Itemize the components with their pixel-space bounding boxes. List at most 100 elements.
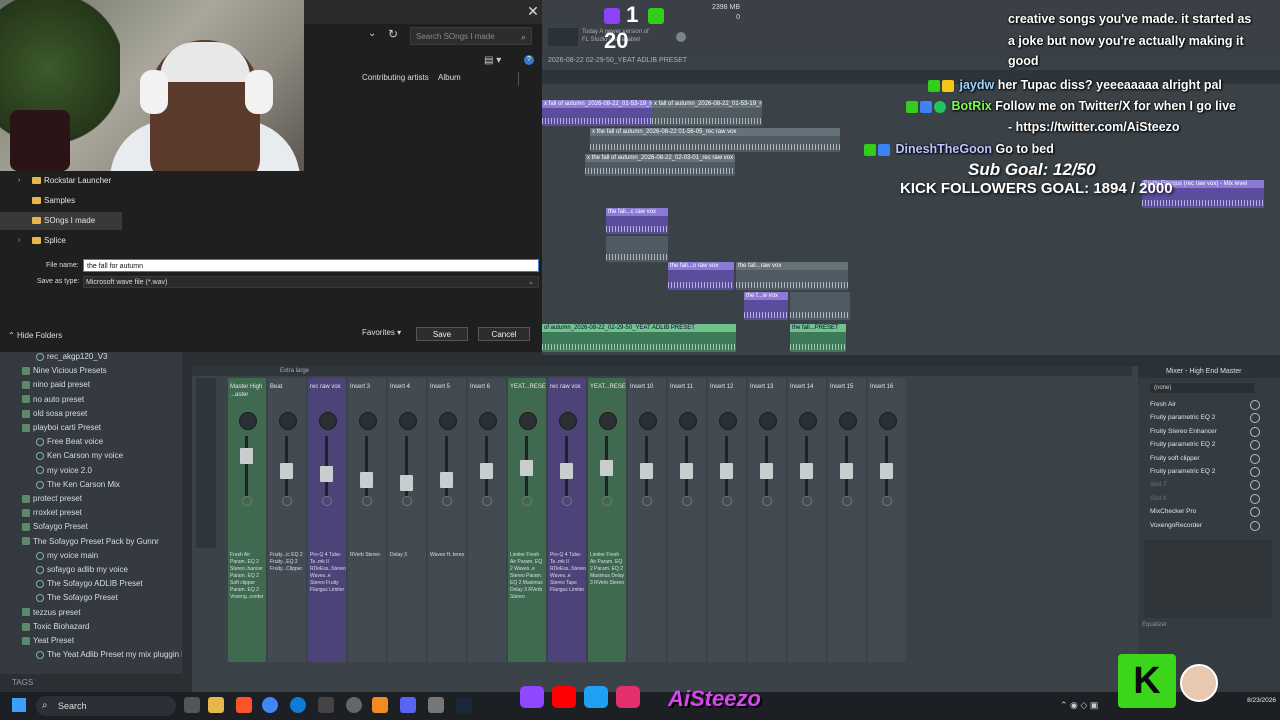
mixer-strip-name[interactable]: rec raw vox [548, 380, 586, 402]
file-explorer-icon[interactable] [208, 697, 224, 713]
route-switch-icon[interactable] [682, 496, 692, 506]
playlist-clip[interactable] [790, 292, 850, 320]
mixer-strip[interactable]: rec raw vox Pro-Q 4 Tube-Te..mk II RDeEss… [548, 378, 586, 662]
playlist-clip[interactable]: the fall...PRESET [790, 324, 846, 352]
route-switch-icon[interactable] [442, 496, 452, 506]
mixer-strip-name[interactable]: YEAT...RESET [508, 380, 546, 402]
pan-knob[interactable] [799, 412, 817, 430]
obs-icon[interactable] [346, 697, 362, 713]
browser-folder[interactable]: The Sofaygo Preset Pack by Gunnr [0, 535, 182, 548]
pan-knob[interactable] [279, 412, 297, 430]
volume-fader-handle[interactable] [360, 472, 373, 488]
volume-fader-handle[interactable] [600, 460, 613, 476]
column-contributing-artists[interactable]: Contributing artists [362, 73, 442, 87]
pan-knob[interactable] [359, 412, 377, 430]
pan-knob[interactable] [519, 412, 537, 430]
folder-rockstar-launcher[interactable]: › Rockstar Launcher [0, 172, 122, 190]
fx-slot-toggle-icon[interactable] [1250, 413, 1260, 424]
mixer-strip[interactable]: rec raw vox Pro-Q 4 Tube-Te..mk II RDeEss… [308, 378, 346, 662]
favorites-dropdown[interactable]: Favorites ▾ [362, 328, 412, 340]
fl-studio-icon[interactable] [372, 697, 388, 713]
browser-preset[interactable]: The Ken Carson Mix [0, 478, 182, 491]
route-switch-icon[interactable] [482, 496, 492, 506]
update-icon[interactable] [676, 32, 686, 42]
mixer-strip-name[interactable]: Insert 15 [828, 380, 866, 402]
volume-fader-handle[interactable] [840, 463, 853, 479]
fx-slot-toggle-icon[interactable] [1250, 440, 1260, 451]
mixer-strip-name[interactable]: Insert 11 [668, 380, 706, 402]
browser-folder[interactable]: tezzus preset [0, 606, 182, 619]
route-switch-icon[interactable] [882, 496, 892, 506]
playlist-clip[interactable]: x fall of autumn_2026-08-22_01-53-19_rec… [542, 100, 652, 126]
volume-fader-handle[interactable] [400, 475, 413, 491]
pan-knob[interactable] [679, 412, 697, 430]
playlist-clip[interactable]: x the fall of autumn_2026-08-22 01-56-05… [590, 128, 840, 152]
browser-folder[interactable]: old sosa preset [0, 407, 182, 420]
mixer-strip[interactable]: Insert 3 RVerb Stereo [348, 378, 386, 662]
browser-folder[interactable]: no auto preset [0, 393, 182, 406]
mixer-strip-name[interactable]: Insert 16 [868, 380, 906, 402]
fx-slot-toggle-icon[interactable] [1250, 520, 1260, 531]
fx-slot[interactable]: VoxengoRecorder [1144, 519, 1274, 532]
mixer-strip[interactable]: YEAT...RESET Limiter Fresh Air Param. EQ … [508, 378, 546, 662]
fx-slot-toggle-icon[interactable] [1250, 493, 1260, 504]
playlist-clip[interactable]: the fall...c raw vox [606, 208, 668, 234]
fx-stereo-panel[interactable] [1144, 540, 1272, 618]
mixer-strip-name[interactable]: rec raw vox [308, 380, 346, 402]
browser-preset[interactable]: The Sofaygo ADLIB Preset [0, 577, 182, 590]
dialog-close-icon[interactable]: ✕ [526, 3, 540, 19]
pan-knob[interactable] [439, 412, 457, 430]
browser-preset[interactable]: sofaygo adlib my voice [0, 563, 182, 576]
fx-slot-toggle-icon[interactable] [1250, 507, 1260, 518]
fx-slot-toggle-icon[interactable] [1250, 426, 1260, 437]
fx-slot[interactable]: Fruity parametric EQ 2 [1144, 465, 1274, 478]
route-switch-icon[interactable] [722, 496, 732, 506]
browser-preset[interactable]: my voice 2.0 [0, 464, 182, 477]
volume-fader-handle[interactable] [800, 463, 813, 479]
chrome-icon[interactable] [262, 697, 278, 713]
mixer-strip[interactable]: Beat Fruity...ic EQ 2 Fruity...EQ 2 Fruit… [268, 378, 306, 662]
volume-fader-handle[interactable] [880, 463, 893, 479]
mixer-strip[interactable]: YEAT...RESET Limiter Fresh Air Param. EQ … [588, 378, 626, 662]
mixer-strip[interactable]: Insert 12 [708, 378, 746, 662]
volume-fader-handle[interactable] [320, 466, 333, 482]
chevron-down-icon[interactable]: ⌄ [368, 28, 376, 39]
browser-folder[interactable]: playboi carti Preset [0, 421, 182, 434]
browser-preset[interactable]: Free Beat voice [0, 435, 182, 448]
mixer-strip[interactable]: Master High ...aster Fresh Air Param. EQ … [228, 378, 266, 662]
help-icon[interactable]: ? [524, 55, 534, 65]
browser-tags[interactable]: TAGS [0, 674, 182, 692]
route-switch-icon[interactable] [842, 496, 852, 506]
volume-fader-handle[interactable] [480, 463, 493, 479]
route-switch-icon[interactable] [522, 496, 532, 506]
browser-folder[interactable]: Nine Vicious Presets [0, 364, 182, 377]
browser-folder[interactable]: rroxket preset [0, 506, 182, 519]
dialog-search-input[interactable]: Search SOngs I made ⌕ [410, 27, 532, 45]
mixer-strip[interactable]: Insert 16 [868, 378, 906, 662]
save-button[interactable]: Save [416, 327, 468, 341]
mixer-strip-name[interactable]: Insert 10 [628, 380, 666, 402]
mixer-strip-name[interactable]: Beat [268, 380, 306, 402]
pan-knob[interactable] [599, 412, 617, 430]
playlist-clip[interactable]: of autumn_2026-08-22_02-29-50_YEAT ADLIB… [542, 324, 736, 352]
mixer-header[interactable]: Extra large [192, 366, 1132, 376]
browser-folder[interactable]: Toxic Biohazard [0, 620, 182, 633]
playlist-clip[interactable]: the f...w vox [744, 292, 788, 320]
browser-preset[interactable]: my voice main [0, 549, 182, 562]
mixer-strip[interactable]: Insert 14 [788, 378, 826, 662]
fl-tool-buttons[interactable] [548, 28, 578, 46]
playlist-clip[interactable]: x fall of autumn_2026-08-22_01-53-19_rec… [652, 100, 762, 126]
folder-songs-i-made[interactable]: SOngs I made [0, 212, 122, 230]
steam-icon[interactable] [456, 697, 472, 713]
hide-folders-toggle[interactable]: ⌃ Hide Folders [8, 331, 88, 343]
fx-slot-toggle-icon[interactable] [1250, 400, 1260, 410]
mixer-strip-name[interactable]: Insert 5 [428, 380, 466, 402]
fx-slot[interactable]: Slot 7 [1144, 478, 1274, 491]
route-switch-icon[interactable] [322, 496, 332, 506]
mixer-strip[interactable]: Insert 10 [628, 378, 666, 662]
pan-knob[interactable] [719, 412, 737, 430]
save-as-type-select[interactable]: Microsoft wave file (*.wav) ⌄ [83, 276, 539, 288]
edge-icon[interactable] [290, 697, 306, 713]
playlist-clip[interactable]: x the fall of autumn_2026-08-22_02-03-01… [585, 154, 735, 176]
route-switch-icon[interactable] [602, 496, 612, 506]
